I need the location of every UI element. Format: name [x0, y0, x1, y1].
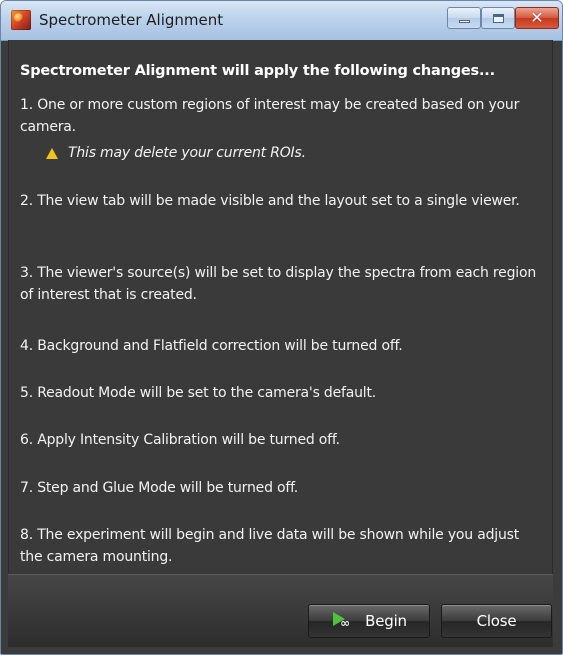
infinity-icon: ∞: [340, 616, 350, 630]
change-item-7: 7. Step and Glue Mode will be turned off…: [20, 480, 299, 496]
minimize-button[interactable]: [447, 7, 481, 29]
change-item-3: 3. The viewer's source(s) will be set to…: [20, 265, 536, 303]
change-item-1: 1. One or more custom regions of interes…: [20, 97, 520, 135]
title-bar[interactable]: Spectrometer Alignment ✕: [1, 1, 562, 41]
maximize-button[interactable]: [481, 7, 515, 29]
minimize-icon: [458, 19, 470, 23]
roi-warning: This may delete your current ROIs.: [46, 145, 306, 161]
close-icon: ✕: [530, 8, 544, 27]
maximize-icon: [492, 13, 504, 23]
warning-icon: [46, 147, 58, 159]
dialog-heading: Spectrometer Alignment will apply the fo…: [20, 63, 495, 79]
change-item-6: 6. Apply Intensity Calibration will be t…: [20, 432, 340, 448]
app-icon: [11, 10, 31, 30]
begin-button[interactable]: ∞ Begin: [308, 604, 430, 638]
close-button[interactable]: Close: [441, 604, 552, 638]
roi-warning-text: This may delete your current ROIs.: [68, 145, 306, 161]
begin-button-label: Begin: [365, 612, 407, 630]
change-item-8: 8. The experiment will begin and live da…: [20, 527, 520, 565]
close-button-label: Close: [476, 612, 517, 630]
close-window-button[interactable]: ✕: [515, 7, 559, 29]
change-item-4: 4. Background and Flatfield correction w…: [20, 338, 403, 354]
window-title: Spectrometer Alignment: [39, 11, 224, 29]
change-item-2: 2. The view tab will be made visible and…: [20, 193, 520, 209]
change-item-5: 5. Readout Mode will be set to the camer…: [20, 385, 377, 401]
begin-icon: ∞: [331, 611, 357, 631]
